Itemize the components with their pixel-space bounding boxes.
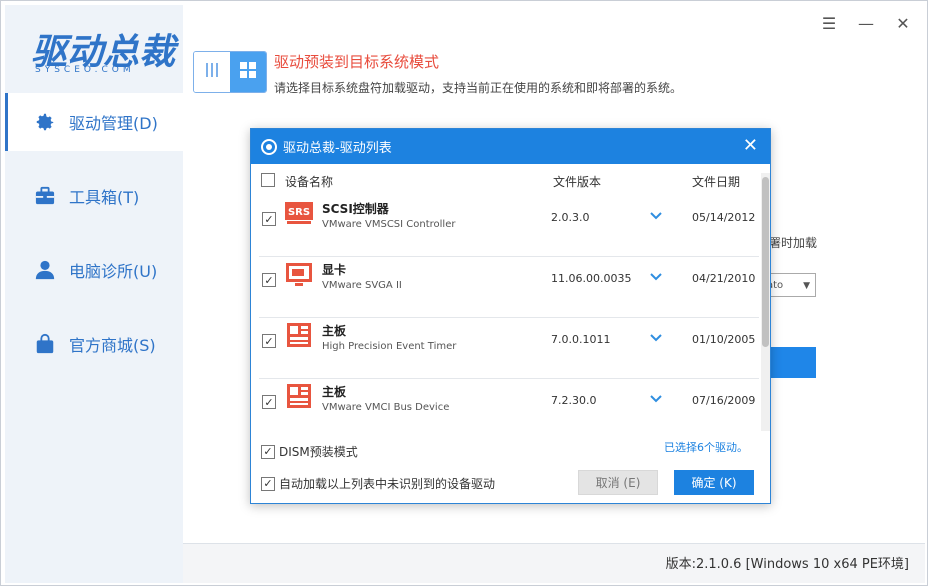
driver-list-dialog: 驱动总裁-驱动列表 ✕ 设备名称 文件版本 文件日期 ✓ SRS SCSI控制器… xyxy=(250,128,771,504)
device-description: VMware VMSCSI Controller xyxy=(322,219,456,230)
device-date: 05/14/2012 xyxy=(692,211,756,224)
gear-icon xyxy=(33,110,57,134)
table-row[interactable]: ✓ SRS SCSI控制器 VMware VMSCSI Controller 2… xyxy=(259,197,759,257)
toolbox-icon xyxy=(33,184,57,208)
bars-icon xyxy=(205,62,219,82)
table-row[interactable]: ✓ 显卡 VMware SVGA II 11.06.00.0035 04/21/… xyxy=(259,258,759,318)
close-icon: ✕ xyxy=(896,13,910,33)
mode-toggle[interactable] xyxy=(193,51,267,93)
minimize-button[interactable]: — xyxy=(854,11,878,35)
device-description: High Precision Event Timer xyxy=(322,341,457,352)
chevron-down-icon: ▼ xyxy=(803,281,810,291)
header-file-date: 文件日期 xyxy=(692,175,741,189)
sidebar-item-label: 工具箱(T) xyxy=(69,188,140,207)
chevron-down-icon[interactable] xyxy=(650,392,662,406)
device-date: 04/21/2010 xyxy=(692,272,756,285)
device-description: VMware SVGA II xyxy=(322,280,402,291)
chevron-down-icon[interactable] xyxy=(650,331,662,345)
pe-mode-option[interactable] xyxy=(194,52,230,92)
sidebar-item-label: 电脑诊所(U) xyxy=(69,262,158,281)
header-file-version: 文件版本 xyxy=(553,175,602,189)
driver-list: ✓ SRS SCSI控制器 VMware VMSCSI Controller 2… xyxy=(251,193,761,413)
device-description: VMware VMCI Bus Device xyxy=(322,402,450,413)
scrollbar-thumb[interactable] xyxy=(762,177,769,347)
row-checkbox[interactable]: ✓ xyxy=(262,273,276,287)
dism-label: DISM预装模式 xyxy=(279,445,358,459)
device-date: 01/10/2005 xyxy=(692,333,756,346)
sidebar-item-driver-manage[interactable]: 驱动管理(D) xyxy=(5,93,183,151)
motherboard-icon xyxy=(285,382,313,410)
device-name: 主板 xyxy=(322,324,347,338)
selected-count-text: 已选择6个驱动。 xyxy=(664,441,748,454)
brand-subtitle: SYSCEO.COM xyxy=(35,65,135,75)
menu-icon: ☰ xyxy=(821,13,837,33)
app-logo-icon xyxy=(261,138,277,155)
dialog-header: 驱动总裁-驱动列表 ✕ xyxy=(251,129,770,164)
close-button[interactable]: ✕ xyxy=(891,11,915,35)
device-version: 2.0.3.0 xyxy=(551,211,590,224)
page-description: 请选择目标系统盘符加载驱动，支持当前正在使用的系统和即将部署的系统。 xyxy=(274,81,683,95)
device-name: 显卡 xyxy=(322,263,347,277)
cancel-button[interactable]: 取消 (E) xyxy=(578,470,658,495)
windows-logo-icon xyxy=(240,62,256,82)
svg-text:SRS: SRS xyxy=(288,207,310,218)
chevron-down-icon[interactable] xyxy=(650,209,662,223)
dialog-title: 驱动总裁-驱动列表 xyxy=(283,141,392,156)
motherboard-icon xyxy=(285,321,313,349)
ok-button[interactable]: 确定 (K) xyxy=(674,470,754,495)
device-version: 7.2.30.0 xyxy=(551,394,597,407)
sidebar: 驱动总裁 SYSCEO.COM 驱动管理(D) 工具箱(T) 电脑诊所(U) 官… xyxy=(5,5,183,583)
device-version: 7.0.0.1011 xyxy=(551,333,611,346)
device-date: 07/16/2009 xyxy=(692,394,756,407)
dism-option[interactable]: ✓ DISM预装模式 xyxy=(261,443,358,460)
srs-icon: SRS xyxy=(285,199,313,227)
row-checkbox[interactable]: ✓ xyxy=(262,212,276,226)
device-name: SCSI控制器 xyxy=(322,202,389,216)
select-all-checkbox[interactable] xyxy=(261,173,275,187)
device-version: 11.06.00.0035 xyxy=(551,272,632,285)
row-checkbox[interactable]: ✓ xyxy=(262,395,276,409)
shopping-bag-icon xyxy=(33,332,57,356)
sidebar-item-toolbox[interactable]: 工具箱(T) xyxy=(5,167,183,225)
table-row[interactable]: ✓ 主板 High Precision Event Timer 7.0.0.10… xyxy=(259,319,759,379)
menu-button[interactable]: ☰ xyxy=(817,11,841,35)
sidebar-item-pc-clinic[interactable]: 电脑诊所(U) xyxy=(5,241,183,299)
autoload-label: 自动加载以上列表中未识别到的设备驱动 xyxy=(279,477,496,491)
table-row[interactable]: ✓ 主板 VMware VMCI Bus Device 7.2.30.0 07/… xyxy=(259,380,759,413)
autoload-checkbox[interactable]: ✓ xyxy=(261,476,275,491)
header-device-name: 设备名称 xyxy=(285,175,334,189)
status-bar: 版本:2.1.0.6 [Windows 10 x64 PE环境] xyxy=(183,543,925,583)
list-scrollbar[interactable] xyxy=(761,173,770,431)
dism-checkbox[interactable]: ✓ xyxy=(261,444,275,459)
windows-mode-option[interactable] xyxy=(230,52,266,92)
sidebar-item-label: 官方商城(S) xyxy=(69,336,156,355)
app-logo: 驱动总裁 SYSCEO.COM xyxy=(5,5,183,91)
row-checkbox[interactable]: ✓ xyxy=(262,334,276,348)
version-text: 版本:2.1.0.6 [Windows 10 x64 PE环境] xyxy=(665,557,909,572)
dialog-close-icon[interactable]: ✕ xyxy=(743,137,758,155)
user-icon xyxy=(33,258,57,282)
page-title: 驱动预装到目标系统模式 xyxy=(274,53,440,71)
device-name: 主板 xyxy=(322,385,347,399)
list-header: 设备名称 文件版本 文件日期 xyxy=(251,167,761,193)
minimize-icon: — xyxy=(858,13,874,33)
sidebar-item-label: 驱动管理(D) xyxy=(69,114,158,133)
background-option-text: 署时加载 xyxy=(769,236,818,250)
monitor-icon xyxy=(285,260,313,288)
app-window: 驱动总裁 SYSCEO.COM 驱动管理(D) 工具箱(T) 电脑诊所(U) 官… xyxy=(0,0,928,586)
sidebar-item-official-store[interactable]: 官方商城(S) xyxy=(5,315,183,373)
autoload-option[interactable]: ✓ 自动加载以上列表中未识别到的设备驱动 xyxy=(261,475,495,492)
chevron-down-icon[interactable] xyxy=(650,270,662,284)
